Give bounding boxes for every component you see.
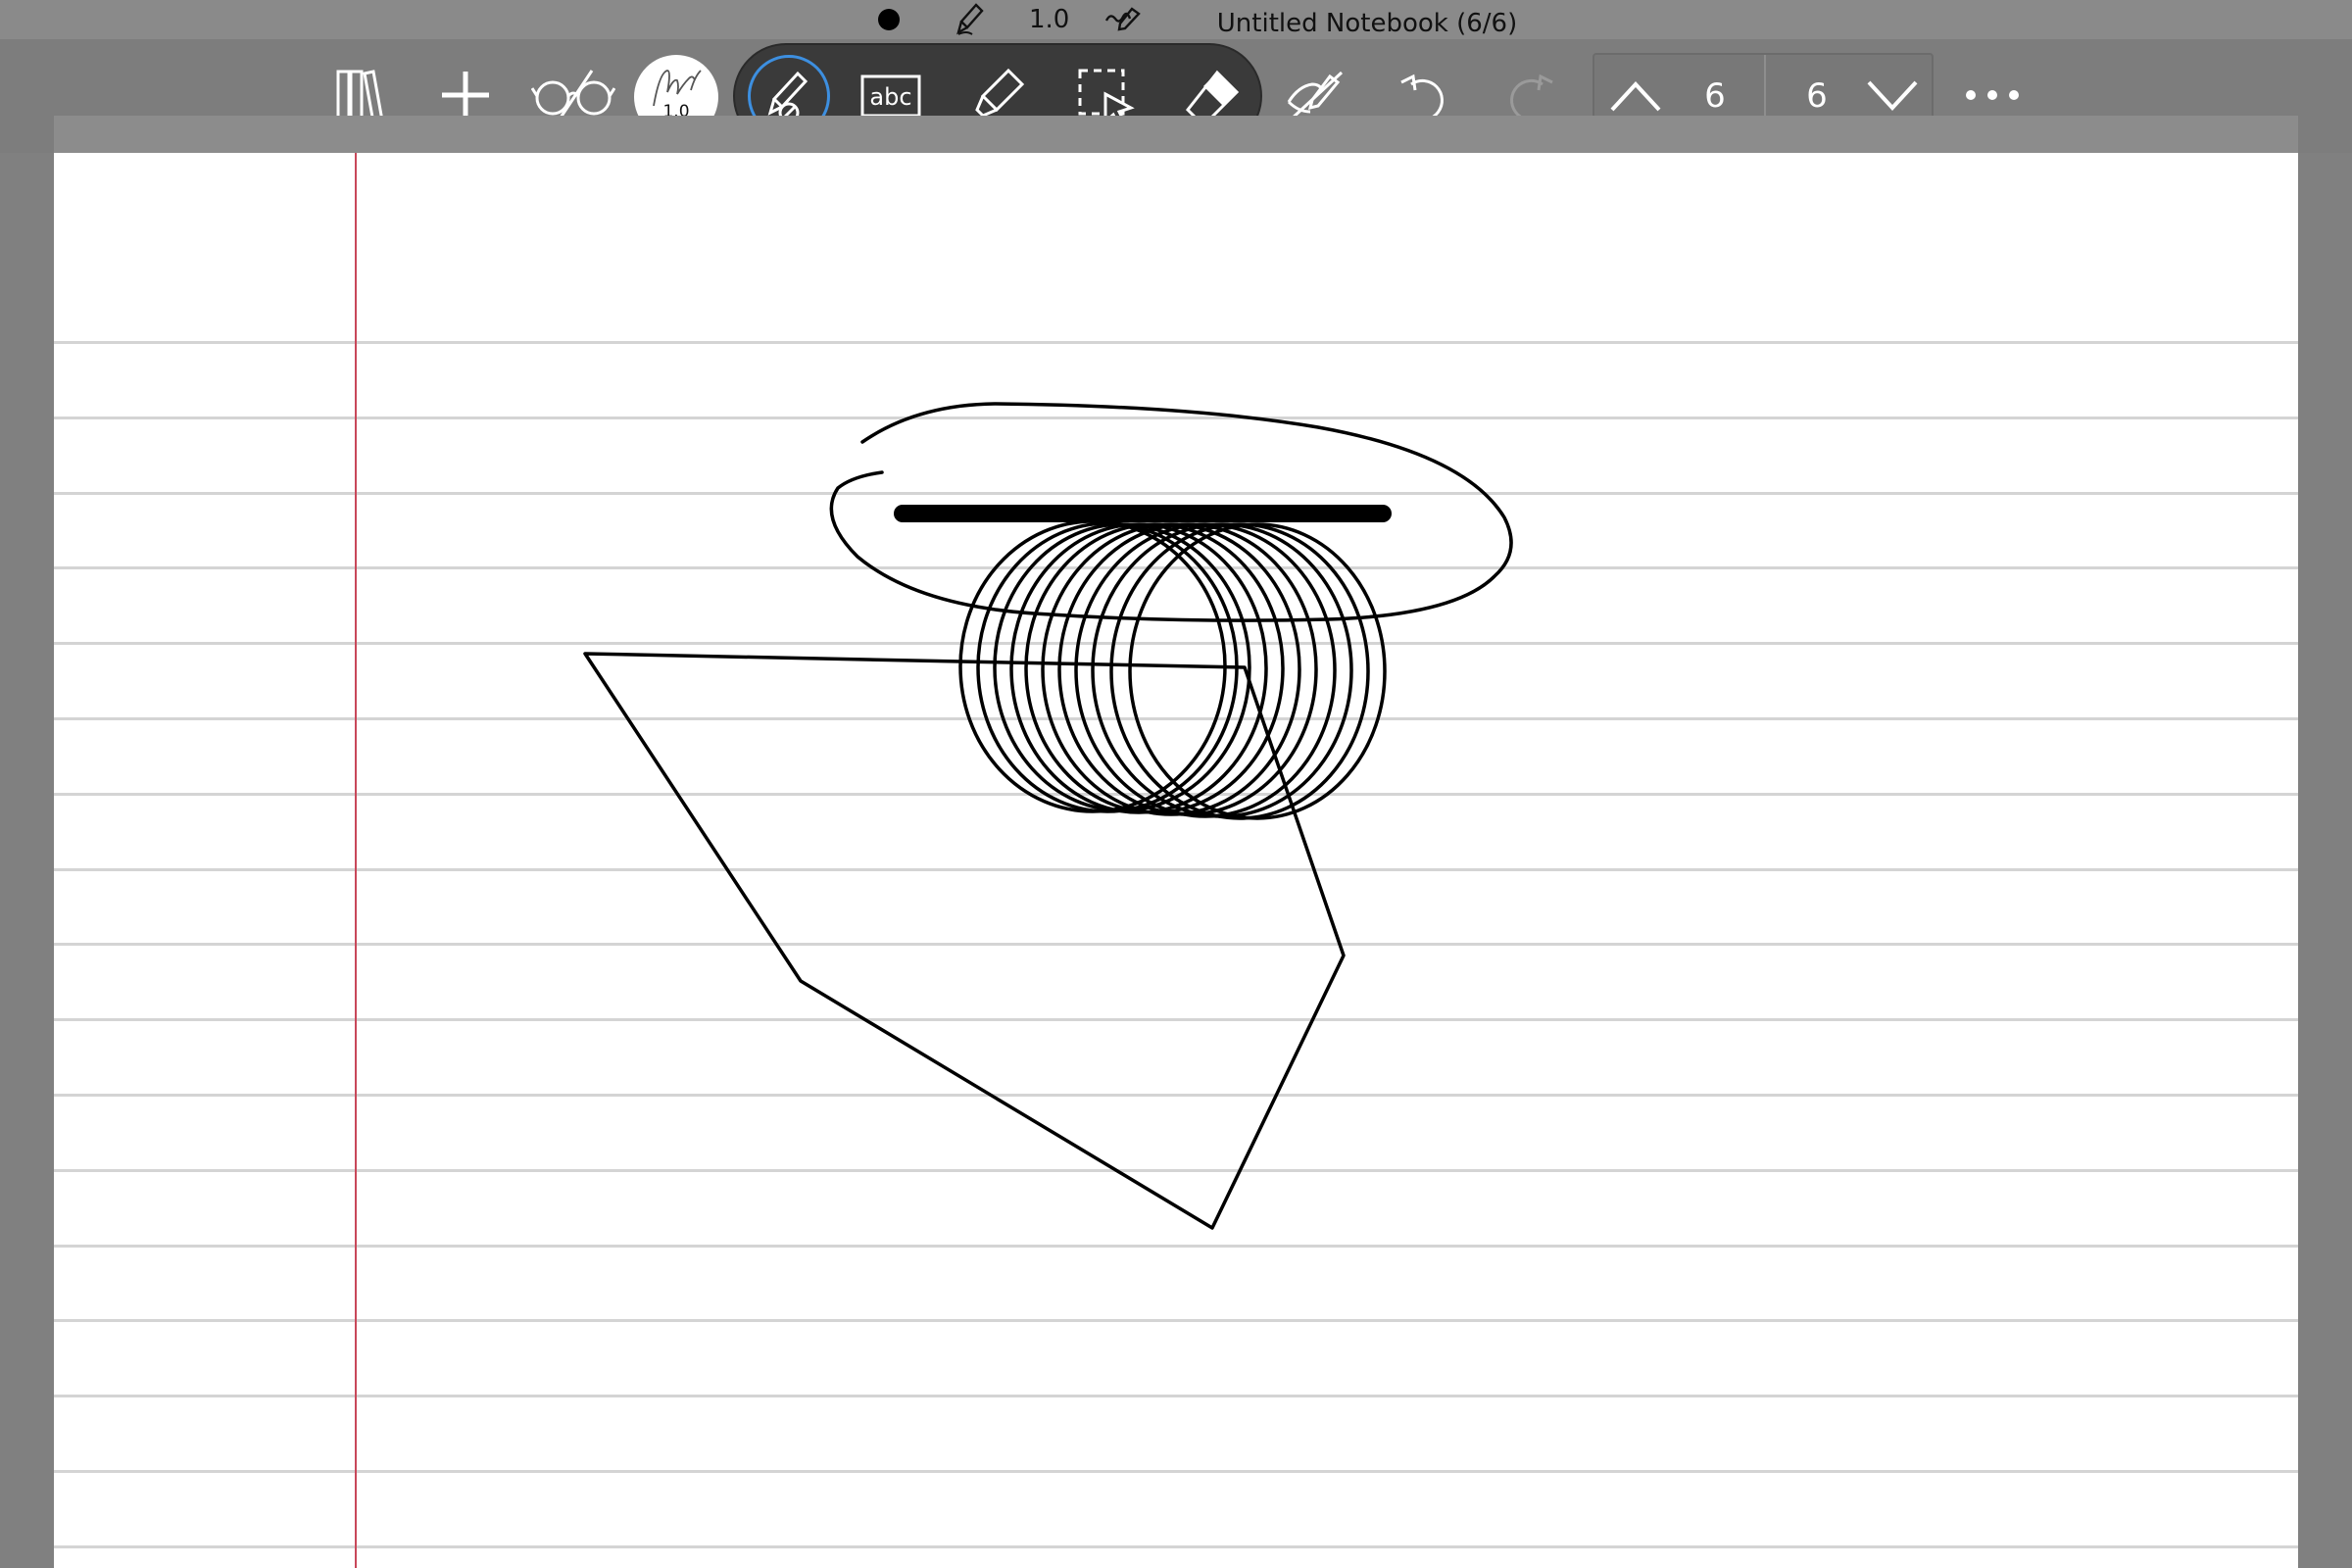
filled-circle-icon bbox=[878, 9, 900, 30]
plus-icon bbox=[442, 72, 489, 119]
fountain-pen-icon bbox=[956, 3, 984, 35]
chevron-down-icon bbox=[1867, 80, 1918, 111]
status-bar: 1.0 Untitled Notebook (6/6) bbox=[0, 0, 2352, 39]
ink-stroke-coil bbox=[958, 519, 1387, 820]
more-icon bbox=[1966, 90, 2019, 100]
text-box-icon: abc bbox=[860, 74, 921, 118]
ink-strokes bbox=[583, 402, 1513, 1230]
text-tool-label: abc bbox=[869, 83, 911, 111]
pen-type-indicator[interactable] bbox=[955, 0, 986, 39]
more-options-button[interactable] bbox=[1960, 71, 2025, 120]
notebook-page-canvas[interactable] bbox=[54, 116, 2298, 1568]
ink-stroke-polygon bbox=[583, 652, 1346, 1230]
chevron-up-icon bbox=[1610, 81, 1661, 112]
notebook-app: 1.0 Untitled Notebook (6/6) 1.0 abc 6 6 bbox=[0, 0, 2352, 1568]
pen-color-indicator[interactable] bbox=[875, 0, 903, 39]
pen-size-indicator[interactable]: 1.0 bbox=[1029, 0, 1069, 39]
